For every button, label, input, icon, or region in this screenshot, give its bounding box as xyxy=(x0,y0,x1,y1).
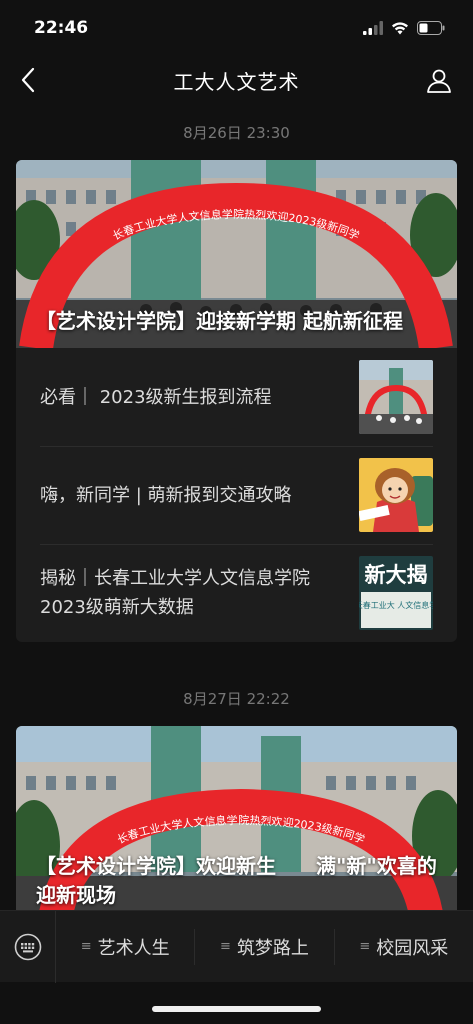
thumbnail-heading: 新大揭 xyxy=(365,563,428,587)
status-time: 22:46 xyxy=(34,18,89,38)
menu-tab-campus-style[interactable]: ≡ 校园风采 xyxy=(333,928,473,965)
lead-article-title: 【艺术设计学院】欢迎新生 满"新"欢喜的迎新现场 xyxy=(36,854,437,907)
message-timestamp: 8月27日 22:22 xyxy=(183,690,290,708)
article-item[interactable]: 揭秘｜长春工业大学人文信息学院2023级萌新大数据 新大揭 长春工业大 人文信息… xyxy=(16,544,457,642)
bottom-menu-bar: ≡ 艺术人生 ≡ 筑梦路上 ≡ 校园风采 xyxy=(0,910,473,983)
article-card: 长春工业大学人文信息学院热烈欢迎2023级新同学 【艺术设计学院】欢迎新生 满"… xyxy=(16,726,457,910)
lead-article[interactable]: 长春工业大学人文信息学院热烈欢迎2023级新同学 【艺术设计学院】迎接新学期 起… xyxy=(16,160,457,348)
back-button[interactable] xyxy=(14,66,42,94)
battery-icon xyxy=(417,21,445,35)
article-title: 嗨，新同学 | 萌新报到交通攻略 xyxy=(40,484,292,506)
chevron-left-icon xyxy=(21,67,35,93)
article-card: 长春工业大学人文信息学院热烈欢迎2023级新同学 【艺术设计学院】迎接新学期 起… xyxy=(16,160,457,642)
status-icons xyxy=(363,21,445,35)
article-item[interactable]: 嗨，新同学 | 萌新报到交通攻略 xyxy=(16,446,457,544)
nav-bar: 工大人文艺术 xyxy=(0,56,473,104)
user-icon xyxy=(427,69,451,93)
profile-button[interactable] xyxy=(425,66,453,94)
cellular-signal-icon xyxy=(363,21,383,35)
article-title: 必看｜ 2023级新生报到流程 xyxy=(40,386,272,408)
message-timestamp: 8月26日 23:30 xyxy=(183,124,290,142)
wifi-icon xyxy=(392,22,408,35)
article-thumbnail xyxy=(359,458,433,532)
menu-tab-art-life[interactable]: ≡ 艺术人生 xyxy=(56,929,194,965)
status-bar: 22:46 xyxy=(0,0,473,56)
thumbnail-subtext: 长春工业大 人文信息学 xyxy=(359,600,433,610)
lead-article-title: 【艺术设计学院】迎接新学期 起航新征程 xyxy=(36,309,403,333)
menu-list-icon: ≡ xyxy=(359,939,371,954)
menu-list-icon: ≡ xyxy=(80,939,92,954)
article-title: 揭秘｜长春工业大学人文信息学院2023级萌新大数据 xyxy=(40,568,310,618)
article-thumbnail: 新大揭 长春工业大 人文信息学 xyxy=(359,556,433,630)
article-thumbnail xyxy=(359,360,433,434)
page-title: 工大人文艺术 xyxy=(173,69,300,94)
menu-tab-label: 艺术人生 xyxy=(97,937,170,959)
home-indicator[interactable] xyxy=(152,1006,321,1012)
keyboard-icon xyxy=(14,933,41,960)
menu-tab-label: 校园风采 xyxy=(376,937,449,959)
menu-tab-label: 筑梦路上 xyxy=(236,937,309,959)
menu-list-icon: ≡ xyxy=(220,939,231,954)
article-item[interactable]: 必看｜ 2023级新生报到流程 xyxy=(16,348,457,446)
lead-article[interactable]: 长春工业大学人文信息学院热烈欢迎2023级新同学 【艺术设计学院】欢迎新生 满"… xyxy=(16,726,457,910)
keyboard-toggle-button[interactable] xyxy=(0,910,56,983)
menu-tab-dream-road[interactable]: ≡ 筑梦路上 xyxy=(194,928,333,965)
